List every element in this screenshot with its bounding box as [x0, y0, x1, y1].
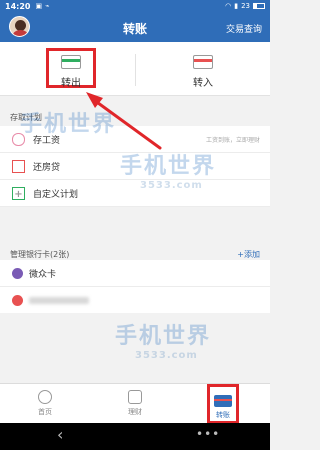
bank-card-row[interactable]	[0, 287, 270, 314]
piggy-bank-icon	[12, 132, 25, 146]
tab-divider	[135, 54, 136, 86]
bank-card-list: 微众卡	[0, 260, 270, 314]
plan-item-label: 存工资	[33, 135, 61, 146]
notification-icon: ▣	[35, 2, 43, 10]
transaction-query-link[interactable]: 交易查询	[226, 22, 262, 35]
house-icon	[12, 159, 25, 173]
notification-icons: ▣ ⌁	[35, 2, 49, 10]
signal-icon: ▮	[234, 2, 239, 10]
transfer-out-button[interactable]: 转出	[46, 48, 96, 89]
plan-item-custom[interactable]: + 自定义计划	[0, 180, 270, 207]
transfer-in-button[interactable]: 转入	[178, 50, 228, 90]
plan-section-header: 存取计划	[0, 106, 270, 126]
status-bar: 14:20 ▣ ⌁ ◠ ▮ 23	[0, 0, 270, 12]
bank-section-title: 管理银行卡(2张)	[10, 250, 70, 259]
plan-item-label: 还房贷	[33, 162, 61, 173]
card-out-icon	[61, 55, 81, 69]
plus-icon: +	[12, 186, 25, 200]
nav-home[interactable]: 首页	[20, 387, 70, 417]
transfer-out-label: 转出	[61, 78, 81, 89]
nav-transfer-label: 转账	[216, 411, 230, 419]
nav-transfer[interactable]: 转账	[207, 384, 239, 424]
bank-logo-icon	[12, 267, 23, 279]
plan-item-label: 自定义计划	[33, 189, 79, 200]
nav-home-label: 首页	[38, 408, 52, 416]
battery-level: 23	[241, 2, 250, 10]
card-in-icon	[193, 55, 213, 69]
add-card-button[interactable]: +添加	[237, 249, 260, 260]
finance-icon	[128, 390, 142, 404]
battery-icon	[253, 3, 265, 9]
blank-area	[0, 313, 270, 383]
plan-item-mortgage[interactable]: 还房贷	[0, 153, 270, 180]
status-right: ◠ ▮ 23	[225, 2, 265, 10]
nav-finance[interactable]: 理财	[110, 387, 160, 417]
status-time: 14:20	[5, 1, 31, 11]
wifi-icon: ◠	[225, 2, 232, 10]
system-nav-bar: ‹ •••	[0, 423, 270, 450]
plan-section-title: 存取计划	[10, 113, 42, 122]
nav-finance-label: 理财	[128, 408, 142, 416]
bank-card-row[interactable]: 微众卡	[0, 260, 270, 287]
back-icon[interactable]: ‹	[57, 425, 63, 444]
bank-card-label: 微众卡	[29, 269, 57, 280]
menu-dots-icon[interactable]: •••	[196, 427, 220, 441]
bank-card-label-blurred	[29, 296, 89, 304]
plan-item-hint: 工资到账，立即理财	[205, 136, 260, 144]
bank-logo-icon	[12, 294, 23, 306]
home-icon	[38, 390, 52, 404]
transfer-tabs: 转出 转入	[0, 42, 270, 96]
plan-item-salary[interactable]: 存工资 工资到账，立即理财	[0, 126, 270, 153]
transfer-card-icon	[214, 395, 232, 407]
bottom-nav: 首页 理财 转账	[0, 383, 270, 424]
usb-icon: ⌁	[45, 2, 50, 10]
app-header: 转账 交易查询	[0, 12, 270, 42]
plan-list: 存工资 工资到账，立即理财 还房贷 + 自定义计划	[0, 126, 270, 207]
transfer-in-label: 转入	[193, 78, 213, 89]
